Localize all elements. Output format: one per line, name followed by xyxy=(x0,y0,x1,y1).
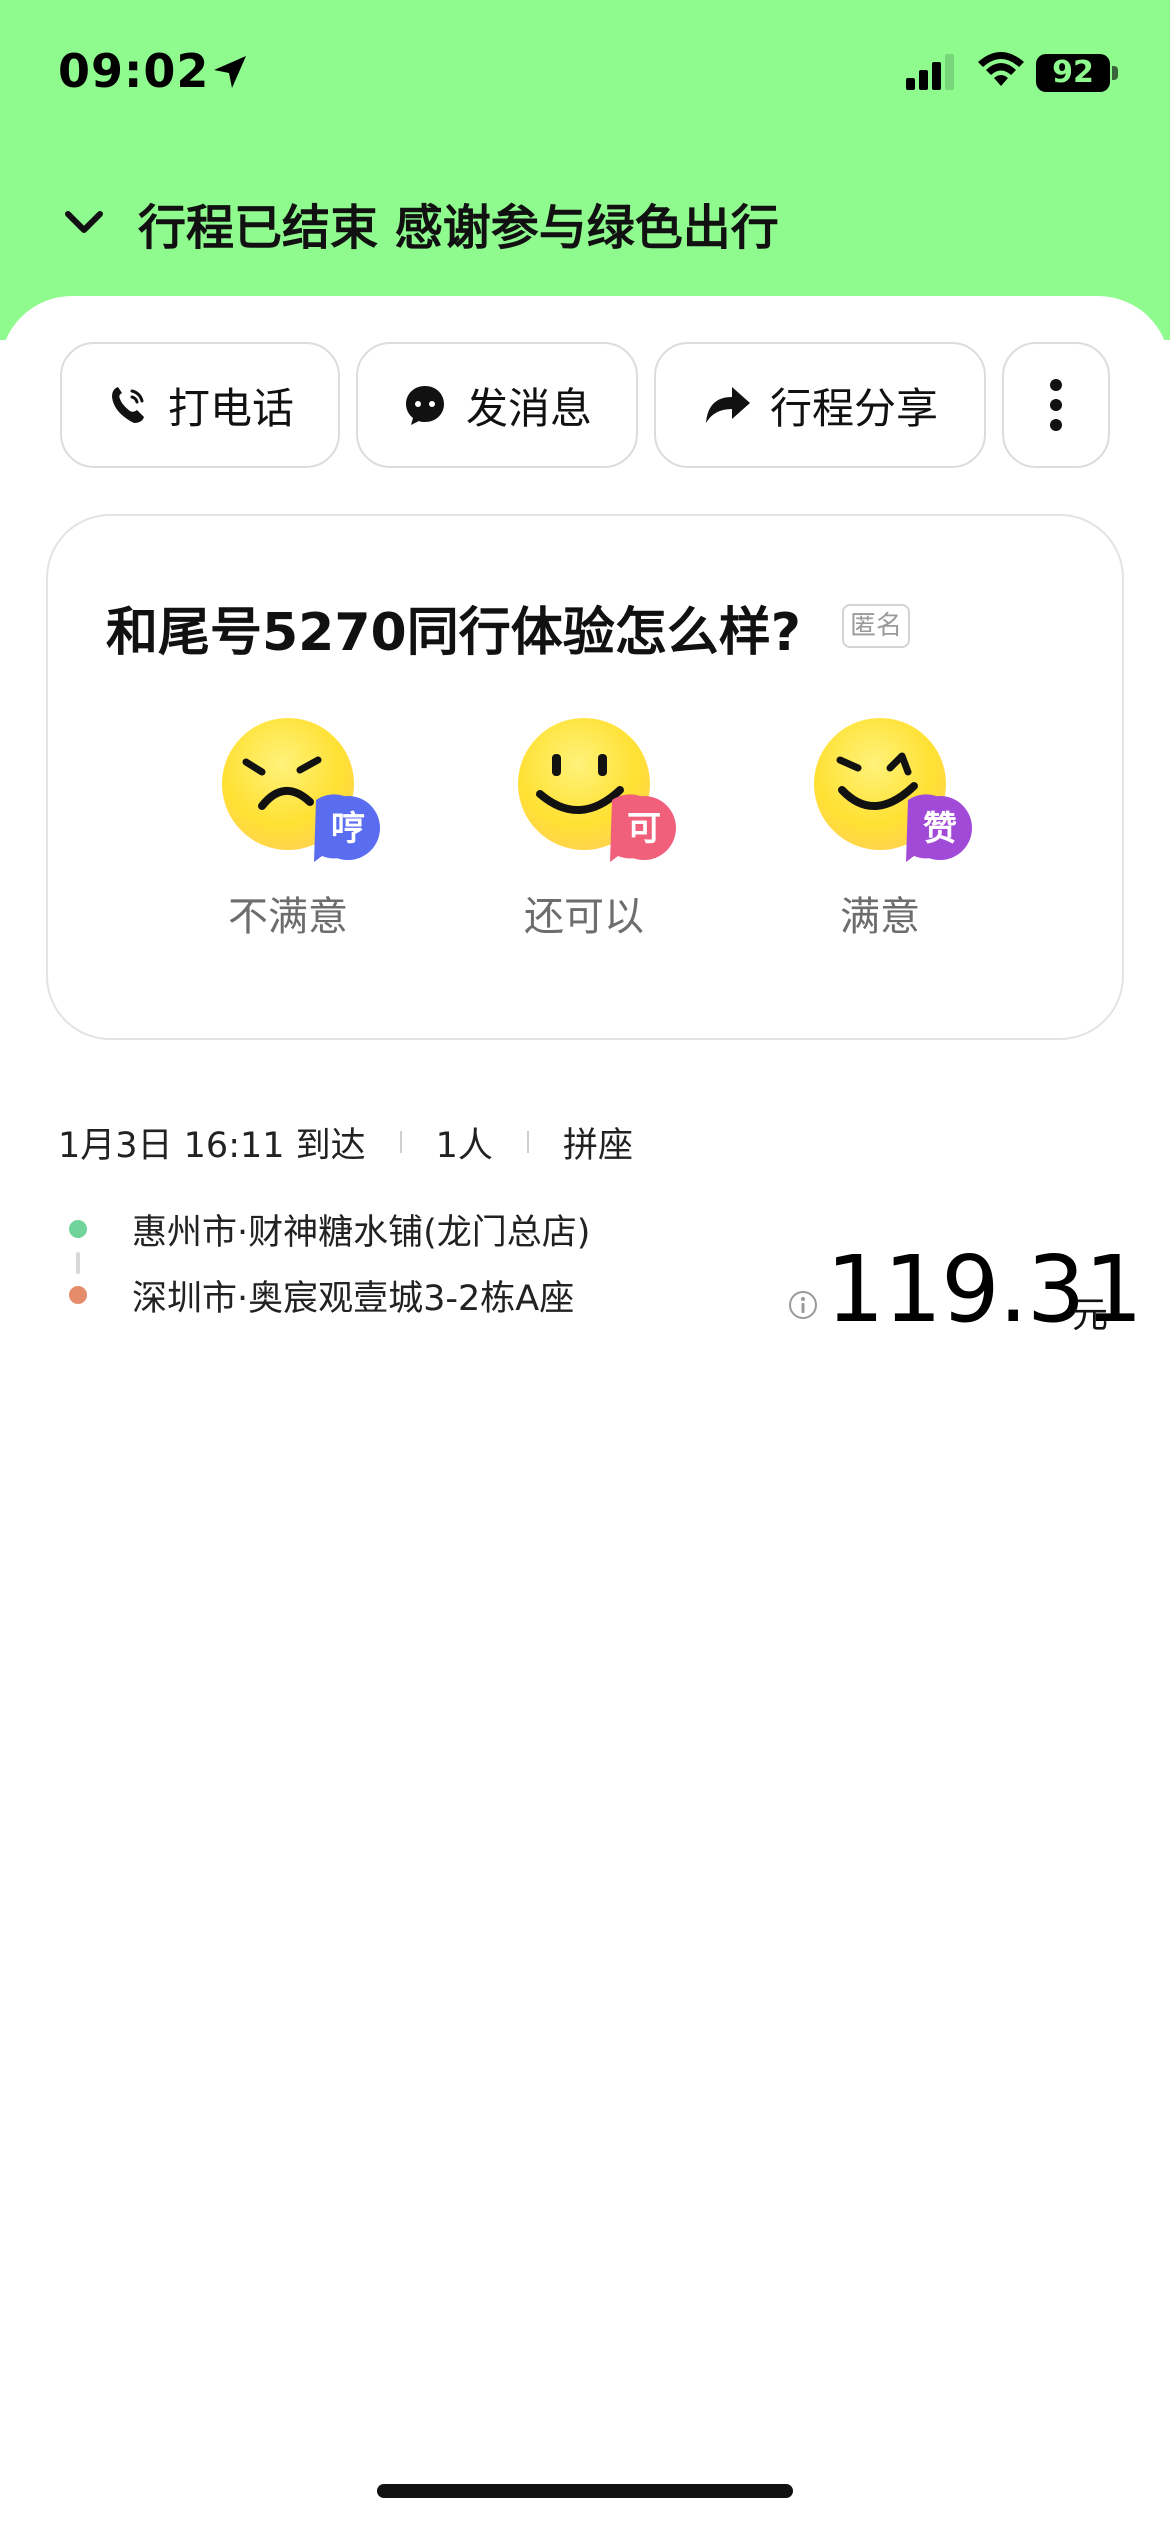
origin-address: 惠州市·财神糖水铺(龙门总店) xyxy=(132,1213,591,1253)
share-trip-button[interactable]: 行程分享 xyxy=(654,342,986,468)
home-indicator[interactable] xyxy=(377,2484,793,2498)
rating-title: 和尾号5270同行体验怎么样? xyxy=(106,603,801,663)
page-title: 行程已结束 感谢参与绿色出行 xyxy=(138,200,779,256)
chevron-down-icon[interactable] xyxy=(62,200,106,244)
info-icon[interactable] xyxy=(788,1290,818,1320)
wifi-icon xyxy=(978,52,1024,86)
badge-praise: 赞 xyxy=(923,809,957,849)
call-label: 打电话 xyxy=(167,383,294,433)
rating-okay[interactable]: 可 还可以 xyxy=(494,716,694,946)
message-label: 发消息 xyxy=(465,383,592,433)
sad-face-icon: 哼 xyxy=(222,718,380,862)
destination-dot xyxy=(69,1286,87,1304)
rating-label-satisfied: 满意 xyxy=(840,894,920,940)
badge-hum: 哼 xyxy=(331,809,365,849)
call-button[interactable]: 打电话 xyxy=(60,342,340,468)
currency-unit: 元 xyxy=(1072,1295,1109,1336)
message-button[interactable]: 发消息 xyxy=(356,342,638,468)
neutral-smile-icon: 可 xyxy=(518,718,676,862)
origin-dot xyxy=(69,1220,87,1238)
route-line xyxy=(76,1252,80,1274)
rating-dissatisfied[interactable]: 哼 不满意 xyxy=(198,716,398,946)
location-arrow-icon xyxy=(214,56,246,88)
battery-level: 92 xyxy=(1036,54,1110,92)
phone-icon xyxy=(111,387,144,423)
destination-address: 深圳市·奥宸观壹城3-2栋A座 xyxy=(132,1279,575,1319)
more-vertical-icon xyxy=(1050,379,1062,431)
more-options-button[interactable] xyxy=(1002,342,1110,468)
badge-ok: 可 xyxy=(627,809,661,849)
anonymous-badge: 匿名 xyxy=(842,604,910,648)
passenger-count: 1人 xyxy=(435,1125,493,1166)
rating-label-okay: 还可以 xyxy=(524,894,644,940)
ride-type: 拼座 xyxy=(562,1125,633,1166)
divider xyxy=(526,1131,529,1153)
rating-label-dissatisfied: 不满意 xyxy=(228,894,348,940)
divider xyxy=(399,1131,402,1153)
share-label: 行程分享 xyxy=(769,383,938,433)
arrival-time: 1月3日 16:11 到达 xyxy=(58,1125,366,1166)
share-arrow-icon xyxy=(705,387,750,423)
chat-bubble-icon xyxy=(405,386,444,425)
wink-face-icon: 赞 xyxy=(814,718,972,862)
status-time: 09:02 xyxy=(58,44,210,98)
rating-satisfied[interactable]: 赞 满意 xyxy=(790,716,990,946)
cellular-signal-icon xyxy=(906,54,954,90)
battery-tip xyxy=(1112,66,1118,80)
trip-meta: 1月3日 16:11 到达 1人 拼座 xyxy=(58,1116,633,1168)
